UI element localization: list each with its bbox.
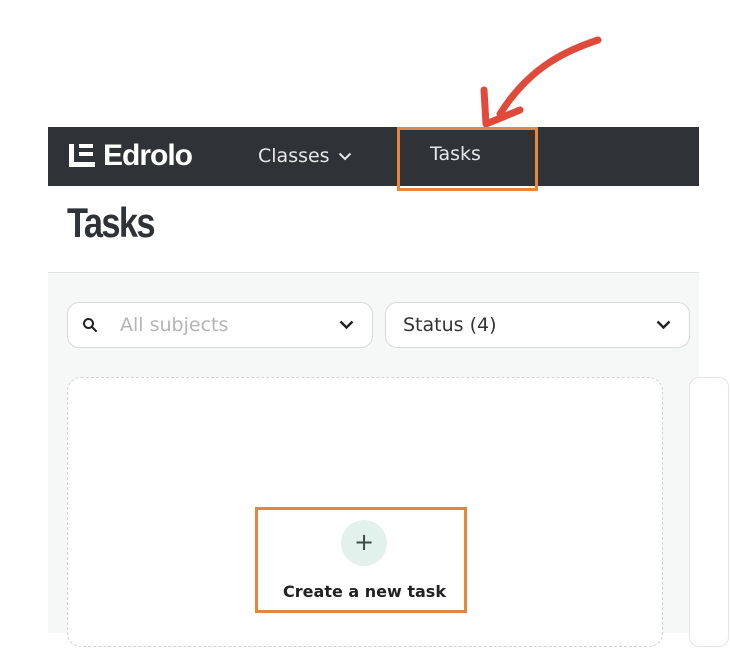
- task-card-partial[interactable]: [689, 377, 729, 647]
- edrolo-logo-icon: [69, 144, 95, 167]
- create-task-label: Create a new task: [283, 582, 446, 601]
- nav-classes-menu[interactable]: Classes: [258, 143, 352, 169]
- nav-tasks-link[interactable]: Tasks: [430, 143, 481, 165]
- status-filter-label: Status (4): [403, 314, 497, 336]
- search-icon: [83, 318, 97, 332]
- chevron-down-icon: [339, 320, 354, 330]
- top-navigation-bar: Edrolo Classes Tasks: [48, 127, 699, 186]
- brand-name: Edrolo: [103, 139, 193, 172]
- chevron-down-icon: [338, 152, 351, 160]
- red-arrow-icon: [480, 36, 602, 128]
- chevron-down-icon: [656, 320, 671, 330]
- brand-logo[interactable]: Edrolo: [68, 138, 193, 174]
- create-task-button[interactable]: + Create a new task: [263, 515, 458, 610]
- nav-classes-label: Classes: [258, 145, 330, 167]
- plus-icon: +: [341, 520, 387, 566]
- subjects-placeholder: All subjects: [120, 314, 229, 336]
- page-title: Tasks: [67, 199, 156, 246]
- status-filter-select[interactable]: Status (4): [385, 302, 690, 348]
- subjects-filter-select[interactable]: All subjects: [67, 302, 373, 348]
